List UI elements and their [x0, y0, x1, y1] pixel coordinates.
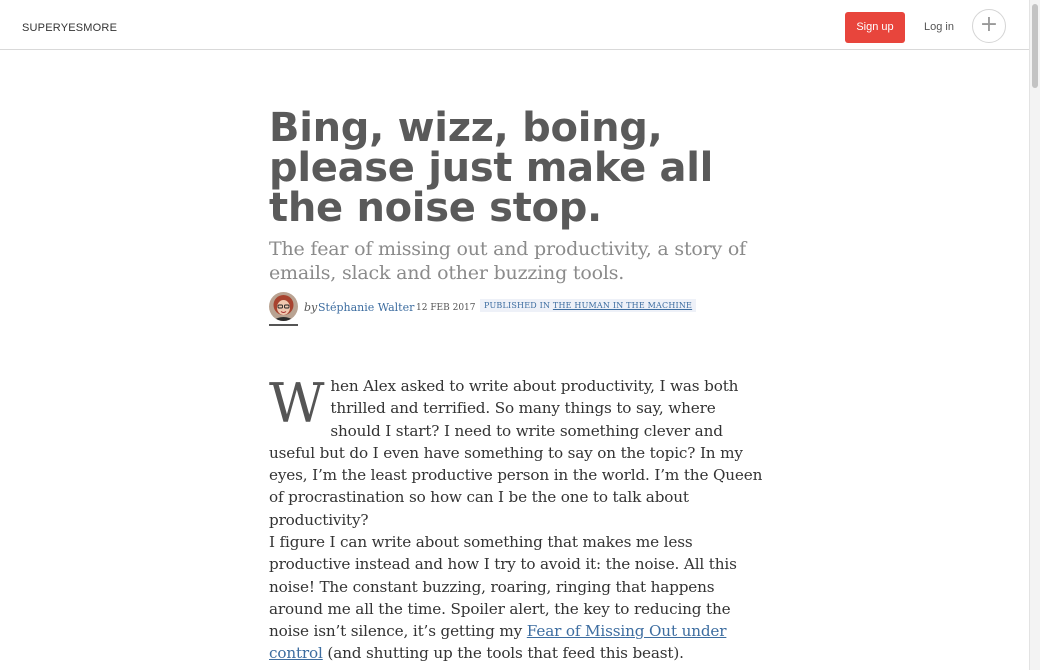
- vertical-scrollbar[interactable]: [1029, 0, 1040, 670]
- article-paragraph-1: When Alex asked to write about productiv…: [269, 375, 764, 531]
- article-subtitle: The fear of missing out and productivity…: [269, 238, 746, 284]
- publication-badge: PUBLISHED IN THE HUMAN IN THE MACHINE: [480, 299, 697, 312]
- scrollbar-thumb[interactable]: [1032, 4, 1038, 88]
- paragraph-2-text-after: (and shutting up the tools that feed thi…: [322, 644, 684, 663]
- avatar-underline: [269, 324, 298, 326]
- plus-icon[interactable]: +: [972, 9, 1006, 43]
- article-title: Bing, wizz, boing, please just make all …: [269, 105, 714, 231]
- article-paragraph-2: I figure I can write about something tha…: [269, 531, 764, 665]
- author-avatar[interactable]: [269, 292, 298, 321]
- page: SUPERYESMORE Sign up Log in + Bing, wizz…: [0, 0, 1040, 670]
- login-link[interactable]: Log in: [924, 20, 954, 34]
- byline: by Stéphanie Walter 12 FEB 2017 PUBLISHE…: [269, 292, 769, 328]
- top-navigation-bar: SUPERYESMORE Sign up Log in +: [0, 0, 1029, 50]
- published-in-label: PUBLISHED IN: [484, 301, 551, 310]
- publish-date: 12 FEB 2017: [416, 303, 476, 313]
- drop-cap: W: [269, 372, 325, 435]
- signup-button[interactable]: Sign up: [845, 12, 905, 43]
- publication-link[interactable]: THE HUMAN IN THE MACHINE: [553, 301, 692, 310]
- author-link[interactable]: Stéphanie Walter: [318, 301, 414, 314]
- paragraph-1-text: hen Alex asked to write about productivi…: [269, 377, 763, 529]
- byline-by: by: [304, 301, 318, 314]
- brand-logo-link[interactable]: SUPERYESMORE: [22, 22, 117, 34]
